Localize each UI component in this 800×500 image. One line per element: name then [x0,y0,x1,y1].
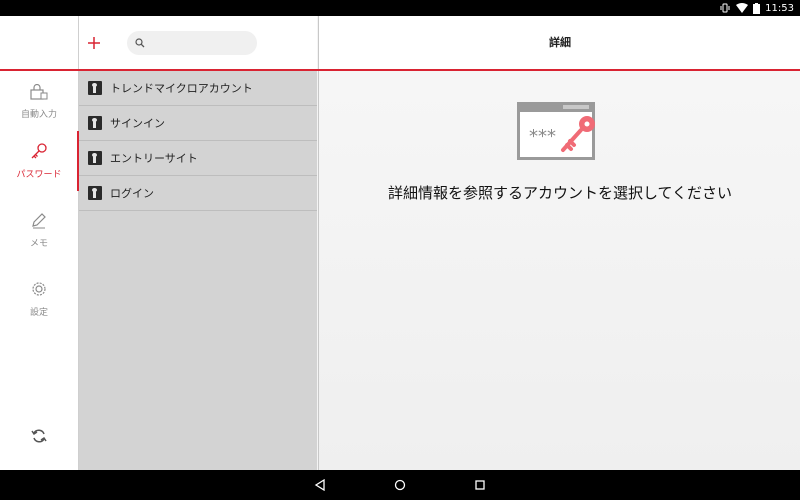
keyhole-icon [88,81,102,95]
illustration-mask-text: *** [529,126,556,147]
header-divider [0,69,800,71]
back-button[interactable] [312,477,328,493]
back-icon [314,476,326,495]
sync-icon [31,428,47,448]
wifi-icon [736,3,749,13]
list-item-label: サインイン [110,117,165,130]
keyhole-icon [88,186,102,200]
plus-icon [85,37,103,56]
gear-icon [30,280,48,301]
sidebar: 自動入力 パスワード メモ 設定 [0,16,79,470]
recents-icon [474,476,486,495]
list-item-label: トレンドマイクロアカウント [110,82,253,95]
list-item[interactable]: サインイン [79,106,317,141]
status-bar: 11:53 [0,0,800,16]
app-window: 自動入力 パスワード メモ 設定 トレンドマイクロアカウント サインイン エント… [0,16,800,470]
sidebar-item-memo[interactable]: メモ [0,200,78,260]
sidebar-item-autofill[interactable]: 自動入力 [0,72,78,132]
home-icon [394,476,406,495]
vibrate-icon [719,3,731,13]
search-box[interactable] [127,31,257,55]
detail-panel: 詳細 *** 詳細情報を参照するアカウントを選択してください [318,16,800,470]
recents-button[interactable] [472,477,488,493]
autofill-lock-icon [30,83,48,103]
detail-title: 詳細 [549,36,571,49]
list-toolbar [79,16,317,70]
add-button[interactable] [85,34,103,52]
password-list-panel: トレンドマイクロアカウント サインイン エントリーサイト ログイン [79,16,317,470]
detail-header: 詳細 [319,16,800,70]
password-list: トレンドマイクロアカウント サインイン エントリーサイト ログイン [79,71,317,211]
list-item-label: ログイン [110,187,154,200]
list-item-label: エントリーサイト [110,152,198,165]
clock: 11:53 [765,2,794,14]
sidebar-item-label: 設定 [29,308,48,318]
search-input[interactable] [151,34,247,52]
sidebar-item-password[interactable]: パスワード [0,131,79,191]
keyhole-icon [88,151,102,165]
pencil-icon [30,211,48,232]
navigation-bar [0,470,800,500]
sidebar-item-label: パスワード [16,170,62,180]
password-illustration: *** [517,100,599,164]
sync-button[interactable] [0,424,78,452]
sidebar-item-label: 自動入力 [20,110,57,120]
list-item[interactable]: エントリーサイト [79,141,317,176]
sidebar-item-label: メモ [29,239,48,249]
list-item[interactable]: トレンドマイクロアカウント [79,71,317,106]
battery-icon [753,2,761,14]
sidebar-item-settings[interactable]: 設定 [0,269,78,329]
home-button[interactable] [392,477,408,493]
empty-state-message: 詳細情報を参照するアカウントを選択してください [387,184,733,202]
key-icon [30,142,48,163]
list-item[interactable]: ログイン [79,176,317,211]
keyhole-icon [88,116,102,130]
